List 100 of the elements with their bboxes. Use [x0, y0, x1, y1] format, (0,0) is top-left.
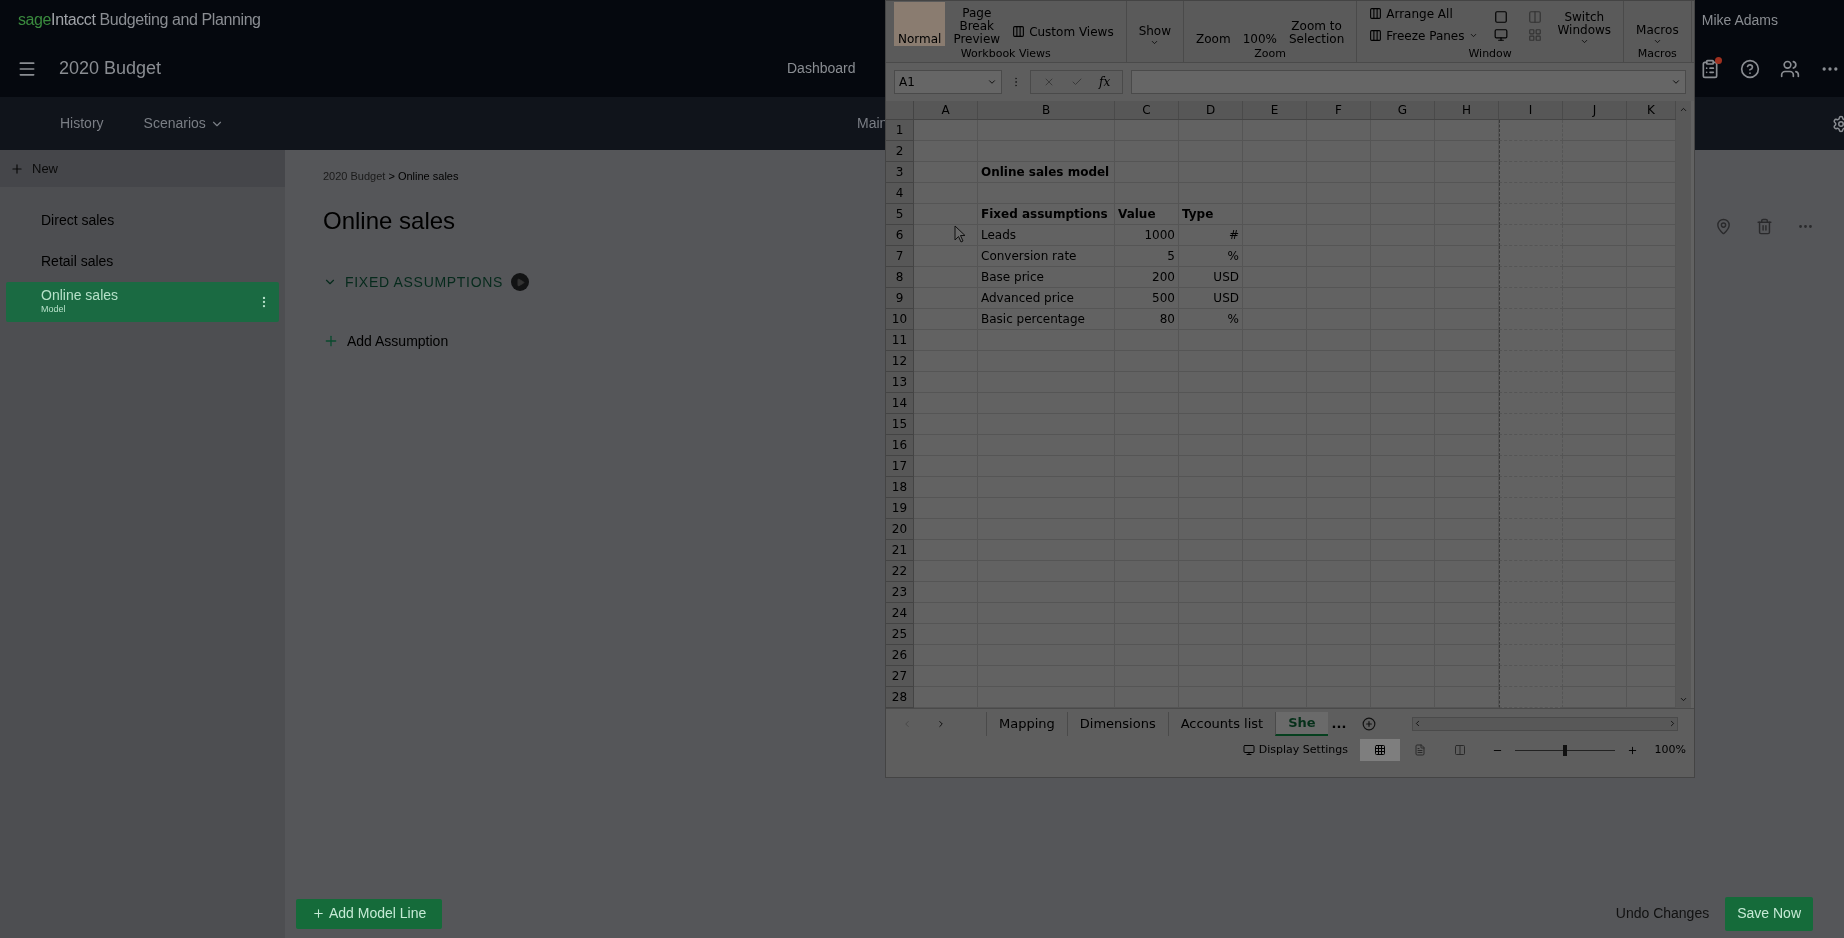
row-header[interactable]: 21: [886, 540, 914, 561]
undo-button[interactable]: Undo Changes: [1615, 903, 1710, 924]
row-header[interactable]: 17: [886, 456, 914, 477]
column-header[interactable]: D: [1179, 101, 1243, 119]
ribbon-button[interactable]: Page Break Preview: [949, 1, 1005, 46]
row-header[interactable]: 26: [886, 645, 914, 666]
display-settings-icon[interactable]: [1242, 744, 1255, 756]
row-header[interactable]: 9: [886, 288, 914, 309]
row-header[interactable]: 15: [886, 414, 914, 435]
help-icon[interactable]: [1740, 58, 1760, 79]
user-name[interactable]: Mike Adams: [1701, 9, 1778, 31]
row-header[interactable]: 20: [886, 519, 914, 540]
save-button[interactable]: Save Now: [1725, 896, 1813, 931]
row-header[interactable]: 12: [886, 351, 914, 372]
formula-field[interactable]: [1131, 70, 1686, 94]
column-header[interactable]: F: [1307, 101, 1371, 119]
ribbon-button[interactable]: Custom Views: [1008, 21, 1118, 42]
caret-icon: [1150, 38, 1160, 47]
cursor-icon: [954, 225, 966, 243]
ribbon-button[interactable]: Switch Windows: [1553, 1, 1616, 46]
sheet-tab[interactable]: She: [1275, 711, 1328, 736]
ribbon-button[interactable]: Zoom to Selection: [1284, 1, 1349, 46]
column-header[interactable]: B: [978, 101, 1115, 119]
pin-icon[interactable]: [1715, 218, 1732, 235]
column-header[interactable]: H: [1435, 101, 1499, 119]
sidebar-item[interactable]: Direct sales: [6, 200, 279, 240]
zoom-percent[interactable]: 100%: [1650, 741, 1686, 759]
name-box[interactable]: A1: [894, 70, 1002, 94]
horizontal-scrollbar[interactable]: [1412, 716, 1678, 731]
scroll-right-icon[interactable]: [1668, 719, 1677, 728]
subnav-link[interactable]: Scenarios: [143, 113, 224, 134]
ribbon-button[interactable]: Arrange All: [1365, 3, 1482, 24]
row-header[interactable]: 28: [886, 687, 914, 708]
row-header[interactable]: 25: [886, 624, 914, 645]
trash-icon[interactable]: [1756, 218, 1773, 235]
nav-link[interactable]: Dashboard: [787, 58, 856, 79]
tasks-icon[interactable]: [1700, 58, 1720, 79]
add-model-line-button[interactable]: Add Model Line: [296, 898, 443, 929]
zoom-in-icon[interactable]: [1627, 744, 1638, 756]
new-button[interactable]: New: [0, 150, 285, 187]
column-header[interactable]: E: [1243, 101, 1307, 119]
row-header[interactable]: 14: [886, 393, 914, 414]
row-header[interactable]: 11: [886, 330, 914, 351]
section-header[interactable]: FIXED ASSUMPTIONS: [323, 271, 530, 293]
row-header[interactable]: 13: [886, 372, 914, 393]
table-cell: 500: [1115, 288, 1179, 309]
row-header[interactable]: 18: [886, 477, 914, 498]
sheet-tab[interactable]: Dimensions: [1066, 711, 1168, 736]
ribbon-button[interactable]: Normal: [894, 1, 946, 46]
row-header[interactable]: 19: [886, 498, 914, 519]
plus-icon: [10, 161, 24, 176]
scroll-down-icon[interactable]: [1679, 695, 1688, 704]
scroll-up-icon[interactable]: [1679, 105, 1688, 114]
next-sheet-icon[interactable]: [936, 718, 946, 729]
row-header[interactable]: 10: [886, 309, 914, 330]
ribbon-button[interactable]: Macros: [1632, 1, 1683, 46]
more-sheets[interactable]: ...: [1327, 713, 1351, 734]
sidebar-item[interactable]: Retail sales: [6, 241, 279, 281]
subnav-link[interactable]: History: [60, 113, 104, 134]
column-header[interactable]: I: [1499, 101, 1563, 119]
table-cell: [914, 666, 978, 687]
row-header[interactable]: 16: [886, 435, 914, 456]
row-header[interactable]: 3: [886, 162, 914, 183]
table-cell: [914, 162, 978, 183]
row-header[interactable]: 4: [886, 183, 914, 204]
cancel-icon[interactable]: [1043, 76, 1055, 88]
settings-icon[interactable]: [1832, 114, 1844, 133]
zoom-slider-thumb[interactable]: [1563, 744, 1567, 756]
ribbon-button[interactable]: Freeze Panes: [1365, 25, 1482, 46]
column-header[interactable]: J: [1563, 101, 1627, 119]
column-header[interactable]: C: [1115, 101, 1179, 119]
sheet-tab[interactable]: Mapping: [986, 711, 1067, 736]
expand-icon[interactable]: [1671, 77, 1681, 87]
view-button[interactable]: [1360, 739, 1400, 761]
enter-icon[interactable]: [1071, 76, 1083, 88]
row-header[interactable]: 1: [886, 120, 914, 141]
ribbon-button[interactable]: Show: [1134, 3, 1176, 47]
ribbon-button[interactable]: 100%: [1238, 1, 1281, 46]
row-header[interactable]: 23: [886, 582, 914, 603]
column-header[interactable]: A: [914, 101, 978, 119]
ribbon-button[interactable]: Zoom: [1192, 1, 1235, 46]
row-header[interactable]: 6: [886, 225, 914, 246]
row-header[interactable]: 2: [886, 141, 914, 162]
display-settings[interactable]: Display Settings: [1258, 741, 1348, 759]
sidebar-item[interactable]: Online sales Model: [6, 282, 279, 322]
row-header[interactable]: 7: [886, 246, 914, 267]
vertical-scrollbar[interactable]: [1676, 101, 1691, 708]
add-assumption-button[interactable]: Add Assumption: [323, 330, 449, 352]
insert-function-button[interactable]: fx: [1099, 73, 1111, 91]
add-sheet-icon[interactable]: [1362, 716, 1377, 731]
row-header[interactable]: 24: [886, 603, 914, 624]
column-header[interactable]: G: [1371, 101, 1435, 119]
row-header[interactable]: 8: [886, 267, 914, 288]
row-header[interactable]: 27: [886, 666, 914, 687]
users-icon[interactable]: [1780, 58, 1800, 79]
row-header[interactable]: 5: [886, 204, 914, 225]
play-icon[interactable]: [511, 273, 530, 291]
logo[interactable]: sageIntacct Budgeting and Planning: [18, 8, 261, 32]
row-header[interactable]: 22: [886, 561, 914, 582]
side-by-side-icon[interactable]: [1527, 9, 1542, 24]
